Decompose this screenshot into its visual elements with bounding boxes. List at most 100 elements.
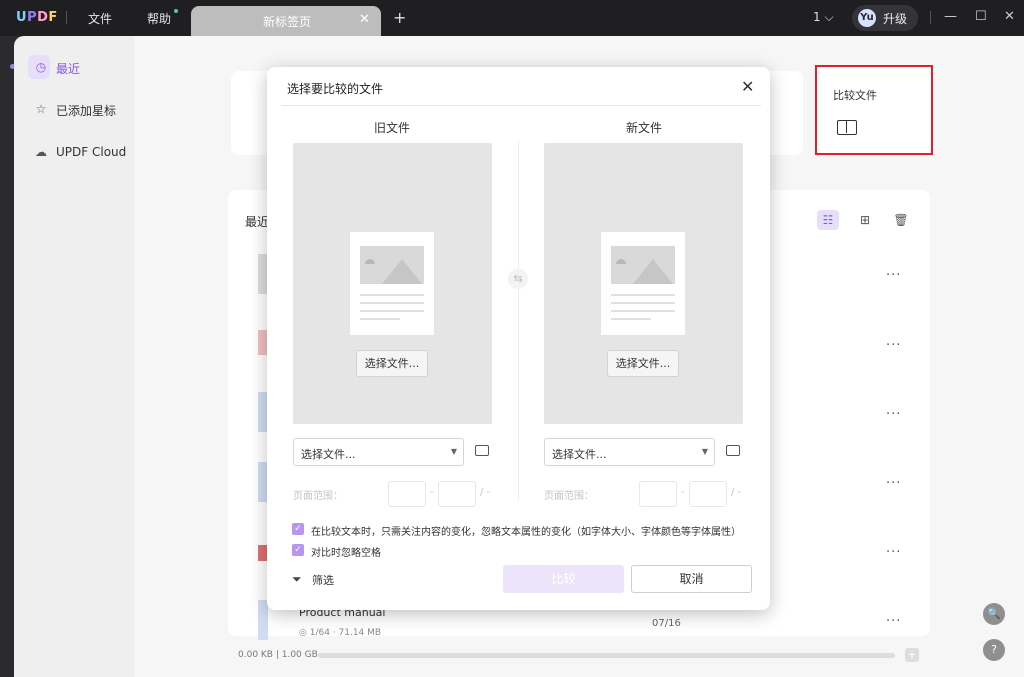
- logo-letter-d: D: [37, 10, 49, 25]
- file-more-icon[interactable]: ···: [886, 268, 901, 283]
- sidebar-item-cloud[interactable]: UPDF Cloud: [56, 145, 126, 159]
- dialog-divider: [281, 105, 761, 106]
- upgrade-button[interactable]: Yu 升级: [852, 5, 918, 31]
- placeholder-line: [611, 318, 651, 320]
- file-more-icon[interactable]: ···: [886, 407, 901, 422]
- new-range-start-input[interactable]: [639, 481, 677, 507]
- sidebar-item-starred[interactable]: 已添加星标: [56, 102, 116, 119]
- range-dash: -: [430, 487, 434, 498]
- placeholder-line: [611, 294, 675, 296]
- cancel-button[interactable]: 取消: [631, 565, 752, 593]
- old-range-start-input[interactable]: [388, 481, 426, 507]
- swap-files-icon[interactable]: ⇆: [508, 269, 528, 289]
- storage-usage-bar: [318, 653, 895, 658]
- choose-new-file-button[interactable]: 选择文件...: [607, 350, 679, 377]
- tab-new[interactable]: 新标签页 ✕: [191, 6, 381, 36]
- star-icon: ☆: [35, 102, 47, 116]
- new-range-end-input[interactable]: [689, 481, 727, 507]
- choose-old-file-button[interactable]: 选择文件...: [356, 350, 428, 377]
- placeholder-line: [360, 302, 424, 304]
- ignore-spaces-checkbox[interactable]: ✓: [292, 544, 304, 556]
- storage-usage-text: 0.00 KB | 1.00 GB: [238, 650, 318, 660]
- placeholder-line: [611, 302, 675, 304]
- old-file-select-value: 选择文件...: [301, 448, 356, 461]
- chevron-down-icon: ▼: [701, 447, 708, 456]
- cloud-icon: ☁: [35, 145, 47, 159]
- file-more-icon[interactable]: ···: [886, 338, 901, 353]
- logo-letter-u: U: [16, 10, 28, 25]
- grid-view-icon[interactable]: ⊞: [854, 210, 876, 230]
- new-file-title: 新文件: [626, 121, 663, 135]
- add-storage-icon[interactable]: +: [905, 648, 919, 662]
- chevron-down-icon: ▼: [450, 447, 457, 456]
- list-view-icon[interactable]: ☷: [817, 210, 839, 230]
- column-divider: [518, 141, 519, 501]
- new-file-preview[interactable]: 选择文件...: [544, 143, 743, 424]
- range-dash: -: [681, 487, 685, 498]
- file-date: 07/16: [652, 618, 681, 629]
- placeholder-line: [360, 318, 400, 320]
- title-separator: [66, 11, 67, 24]
- compare-files-dialog: 选择要比较的文件 ✕ 旧文件 新文件 选择文件... ⇆ 选择文件... 选择文…: [267, 67, 770, 610]
- old-range-end-input[interactable]: [438, 481, 476, 507]
- filter-icon[interactable]: ⏷: [292, 572, 302, 587]
- new-file-select[interactable]: 选择文件... ▼: [544, 438, 715, 466]
- clock-icon: ◷: [35, 60, 47, 74]
- compare-book-icon: [837, 120, 857, 135]
- document-placeholder-icon: [601, 232, 685, 335]
- upgrade-label: 升级: [883, 12, 908, 26]
- image-placeholder-icon: [611, 246, 675, 284]
- document-placeholder-icon: [350, 232, 434, 335]
- menu-help[interactable]: 帮助: [147, 10, 171, 27]
- old-file-preview[interactable]: 选择文件...: [293, 143, 492, 424]
- page-count-dropdown[interactable]: 1 ⌵: [813, 10, 834, 25]
- logo-letter-p: P: [27, 10, 38, 25]
- placeholder-line: [360, 310, 424, 312]
- file-thumbnail[interactable]: [258, 600, 268, 640]
- tab-close-icon[interactable]: ✕: [359, 12, 370, 27]
- range-total: / -: [731, 487, 742, 498]
- folder-icon[interactable]: [726, 445, 740, 456]
- sidebar: ◷ 最近 ☆ 已添加星标 ☁ UPDF Cloud: [14, 36, 134, 677]
- placeholder-line: [611, 310, 675, 312]
- close-window-icon[interactable]: ✕: [1004, 9, 1015, 24]
- compare-files-label: 比较文件: [833, 89, 877, 102]
- ignore-text-attributes-checkbox[interactable]: ✓: [292, 523, 304, 535]
- dialog-title: 选择要比较的文件: [287, 82, 384, 96]
- ignore-text-attributes-label: 在比较文本时，只需关注内容的变化，忽略文本属性的变化（如字体大小、字体颜色等字体…: [311, 527, 741, 538]
- new-page-range-label: 页面范围：: [544, 491, 594, 502]
- sidebar-item-recent[interactable]: 最近: [56, 60, 80, 77]
- add-tab-icon[interactable]: +: [393, 8, 406, 27]
- title-bar: UPDF 文件 帮助 新标签页 ✕ + 1 ⌵ Yu 升级 — ☐ ✕: [0, 0, 1024, 36]
- old-file-title: 旧文件: [374, 121, 411, 135]
- search-icon[interactable]: 🔍: [983, 603, 1005, 625]
- recent-section-title: 最近: [245, 215, 270, 229]
- ignore-spaces-label: 对比时忽略空格: [311, 548, 381, 559]
- file-more-icon[interactable]: ···: [886, 614, 901, 629]
- compare-files-card[interactable]: 比较文件: [815, 65, 933, 155]
- image-placeholder-icon: [360, 246, 424, 284]
- file-meta: ◎ 1/64 · 71.14 MB: [299, 628, 382, 638]
- window-separator: [930, 11, 931, 24]
- minimize-icon[interactable]: —: [944, 9, 957, 24]
- file-more-icon[interactable]: ···: [886, 476, 901, 491]
- tab-label: 新标签页: [263, 15, 312, 29]
- old-file-select[interactable]: 选择文件... ▼: [293, 438, 464, 466]
- placeholder-line: [360, 294, 424, 296]
- help-icon[interactable]: ?: [983, 639, 1005, 661]
- updf-logo[interactable]: UPDF: [16, 10, 58, 25]
- menu-file[interactable]: 文件: [88, 10, 112, 27]
- trash-icon[interactable]: 🗑: [890, 210, 912, 230]
- old-page-range-label: 页面范围：: [293, 491, 343, 502]
- filter-button[interactable]: 筛选: [312, 572, 334, 588]
- new-file-select-value: 选择文件...: [552, 448, 607, 461]
- dialog-close-icon[interactable]: ✕: [741, 77, 754, 96]
- file-more-icon[interactable]: ···: [886, 545, 901, 560]
- help-notification-dot: [174, 9, 178, 13]
- maximize-icon[interactable]: ☐: [975, 9, 987, 24]
- compare-button[interactable]: 比较: [503, 565, 624, 593]
- folder-icon[interactable]: [475, 445, 489, 456]
- avatar: Yu: [858, 9, 876, 27]
- range-total: / -: [480, 487, 491, 498]
- logo-letter-f: F: [48, 10, 58, 25]
